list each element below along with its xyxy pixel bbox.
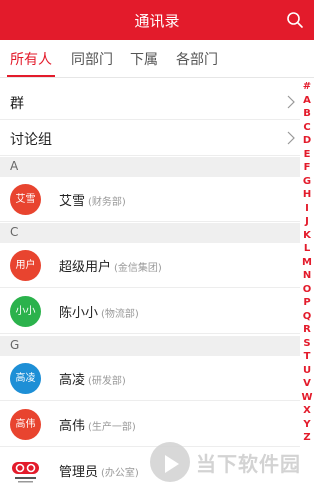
contact-row[interactable]: 艾雪 艾雪 (财务部)	[0, 177, 300, 222]
section-header-g: G	[0, 336, 300, 356]
section-header-a: A	[0, 157, 300, 177]
index-letter[interactable]: Q	[300, 310, 314, 324]
index-letter[interactable]: G	[300, 175, 314, 189]
page-title: 通讯录	[134, 12, 180, 30]
index-letter[interactable]: U	[300, 364, 314, 378]
contact-name-text: 陈小小	[59, 306, 99, 321]
play-icon	[150, 442, 190, 482]
contact-department: (研发部)	[88, 376, 126, 387]
index-letter[interactable]: W	[300, 391, 314, 405]
index-letter[interactable]: C	[300, 121, 314, 135]
index-letter[interactable]: R	[300, 323, 314, 337]
section-header-c: C	[0, 223, 300, 243]
contact-name-text: 艾雪	[59, 194, 86, 209]
avatar: 高凌	[10, 363, 41, 394]
contact-name-text: 高伟	[59, 419, 86, 434]
index-letter[interactable]: H	[300, 188, 314, 202]
search-icon[interactable]	[286, 11, 304, 29]
contact-department: (财务部)	[88, 197, 126, 208]
section-letter: G	[10, 338, 20, 352]
contact-department: (物流部)	[101, 309, 139, 320]
contact-row[interactable]: 用户 超级用户 (金信集团)	[0, 243, 300, 288]
index-letter[interactable]: #	[300, 80, 314, 94]
index-letter[interactable]: S	[300, 337, 314, 351]
contact-name: 艾雪 (财务部)	[59, 190, 126, 209]
tab-all[interactable]: 所有人	[10, 49, 52, 69]
index-letter[interactable]: O	[300, 283, 314, 297]
index-letter[interactable]: Y	[300, 418, 314, 432]
contact-name: 陈小小 (物流部)	[59, 302, 139, 321]
index-letter[interactable]: T	[300, 350, 314, 364]
company-logo-icon	[10, 455, 41, 486]
chevron-right-icon	[287, 95, 295, 109]
contact-name-text: 管理员	[59, 465, 99, 480]
tab-subordinates[interactable]: 下属	[130, 49, 158, 69]
contact-department: (办公室)	[101, 468, 139, 479]
active-tab-indicator	[7, 75, 55, 77]
contact-department: (金信集团)	[114, 263, 162, 274]
index-letter[interactable]: F	[300, 161, 314, 175]
contact-name-text: 超级用户	[59, 260, 112, 275]
chevron-right-icon	[287, 131, 295, 145]
contact-name: 高凌 (研发部)	[59, 369, 126, 388]
contact-name: 管理员 (办公室)	[59, 461, 139, 480]
contact-name: 超级用户 (金信集团)	[59, 256, 162, 275]
index-letter[interactable]: K	[300, 229, 314, 243]
groups-row[interactable]: 群	[0, 84, 300, 120]
avatar: 用户	[10, 250, 41, 281]
tab-bar: 所有人 同部门 下属 各部门	[0, 40, 314, 78]
index-letter[interactable]: N	[300, 269, 314, 283]
index-letter[interactable]: X	[300, 404, 314, 418]
index-letter[interactable]: B	[300, 107, 314, 121]
watermark-text: 当下软件园	[196, 452, 301, 476]
index-letter[interactable]: J	[300, 215, 314, 229]
watermark-logo: 当下软件园	[150, 440, 310, 490]
tab-same-department[interactable]: 同部门	[71, 49, 113, 69]
section-letter: C	[10, 225, 19, 239]
avatar: 小小	[10, 296, 41, 327]
contact-row[interactable]: 高凌 高凌 (研发部)	[0, 356, 300, 401]
index-letter[interactable]: I	[300, 202, 314, 216]
alphabet-index[interactable]: # A B C D E F G H I J K L M N O P Q R S T U V W X Y Z	[300, 80, 314, 460]
index-letter[interactable]: L	[300, 242, 314, 256]
section-letter: A	[10, 159, 19, 173]
contact-row[interactable]: 小小 陈小小 (物流部)	[0, 289, 300, 334]
contact-name: 高伟 (生产一部)	[59, 415, 136, 434]
index-letter[interactable]: V	[300, 377, 314, 391]
discussion-groups-label: 讨论组	[10, 132, 52, 148]
groups-label: 群	[10, 96, 24, 112]
contact-department: (生产一部)	[88, 422, 136, 433]
index-letter[interactable]: M	[300, 256, 314, 270]
discussion-groups-row[interactable]: 讨论组	[0, 120, 300, 156]
index-letter[interactable]: D	[300, 134, 314, 148]
avatar: 艾雪	[10, 184, 41, 215]
contact-name-text: 高凌	[59, 373, 86, 388]
app-header: 通讯录	[0, 0, 314, 40]
index-letter[interactable]: E	[300, 148, 314, 162]
avatar: 高伟	[10, 409, 41, 440]
index-letter[interactable]: A	[300, 94, 314, 108]
index-letter[interactable]: P	[300, 296, 314, 310]
tab-departments[interactable]: 各部门	[176, 49, 218, 69]
